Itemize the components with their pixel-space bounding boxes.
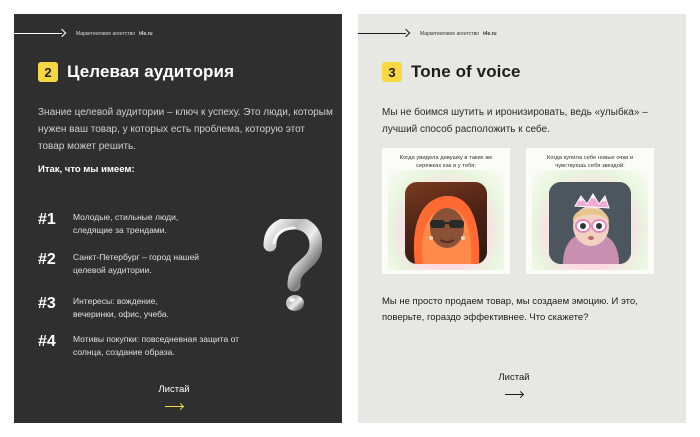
item-number: #3 [38,295,56,312]
slide-title: Целевая аудитория [67,62,235,81]
meme-photo-woman [405,182,487,264]
meme-caption: Когда увидела девушку в таких же сережка… [399,155,493,169]
item-text: Молодые, стильные люди, следящие за трен… [73,212,179,235]
item-number: #2 [38,251,56,268]
item-number: #4 [38,333,56,350]
slide-heading: 3 Tone of voice [382,62,521,82]
slide-number-badge: 3 [382,62,402,82]
swipe-hint[interactable]: Листай [134,384,214,411]
site-label: t4e.ru [139,31,153,37]
list-item: #4 Мотивы покупки: повседневная защита о… [38,332,248,358]
list-item: #2 Санкт-Петербург – город нашей целевой… [38,250,248,276]
arrow-right-icon [505,390,525,399]
slide-header: Маркетинговое агентство t4e.ru [14,28,342,38]
intro-text: Знание целевой аудитории – ключ к успеху… [38,107,333,152]
slide-title: Tone of voice [411,62,521,81]
site-label: t4e.ru [483,31,497,37]
item-number: #1 [38,211,56,228]
item-text: Санкт-Петербург – город нашей целевой ау… [73,252,200,275]
slide-heading: 2 Целевая аудитория [38,62,234,82]
swipe-label: Листай [498,372,530,383]
slide-target-audience: Маркетинговое агентство t4e.ru 2 Целевая… [14,14,342,423]
swipe-label: Листай [158,384,190,395]
meme-card: Когда увидела девушку в таких же сережка… [382,148,510,274]
meme-caption: Когда купила себе новые очки и чувствуеш… [546,155,634,169]
subheading: Итак, что мы имеем: [38,164,135,175]
meme-photo-girl [549,182,631,264]
slide-number-badge: 2 [38,62,58,82]
header-arrow-line [358,33,406,34]
arrow-right-icon [57,28,67,38]
meme-card: Когда купила себе новые очки и чувствуеш… [526,148,654,274]
slide-tone-of-voice: Маркетинговое агентство t4e.ru 3 Tone of… [358,14,686,423]
list-item: #1 Молодые, стильные люди, следящие за т… [38,210,248,236]
item-text: Интересы: вождение, вечеринки, офис, уче… [73,296,169,319]
agency-label: Маркетинговое агентство [76,31,135,37]
agency-label: Маркетинговое агентство [420,31,479,37]
list-item: #3 Интересы: вождение, вечеринки, офис, … [38,294,248,320]
item-text: Мотивы покупки: повседневная защита от с… [73,334,240,357]
swipe-hint[interactable]: Листай [474,372,554,399]
arrow-right-icon [165,402,185,411]
intro-text: Мы не боимся шутить и иронизировать, вед… [382,107,648,135]
header-arrow-line [14,33,62,34]
slide-header: Маркетинговое агентство t4e.ru [358,28,686,38]
arrow-right-icon [401,28,411,38]
question-mark-icon [263,219,322,311]
outro-text: Мы не просто продаем товар, мы создаем э… [382,296,638,323]
